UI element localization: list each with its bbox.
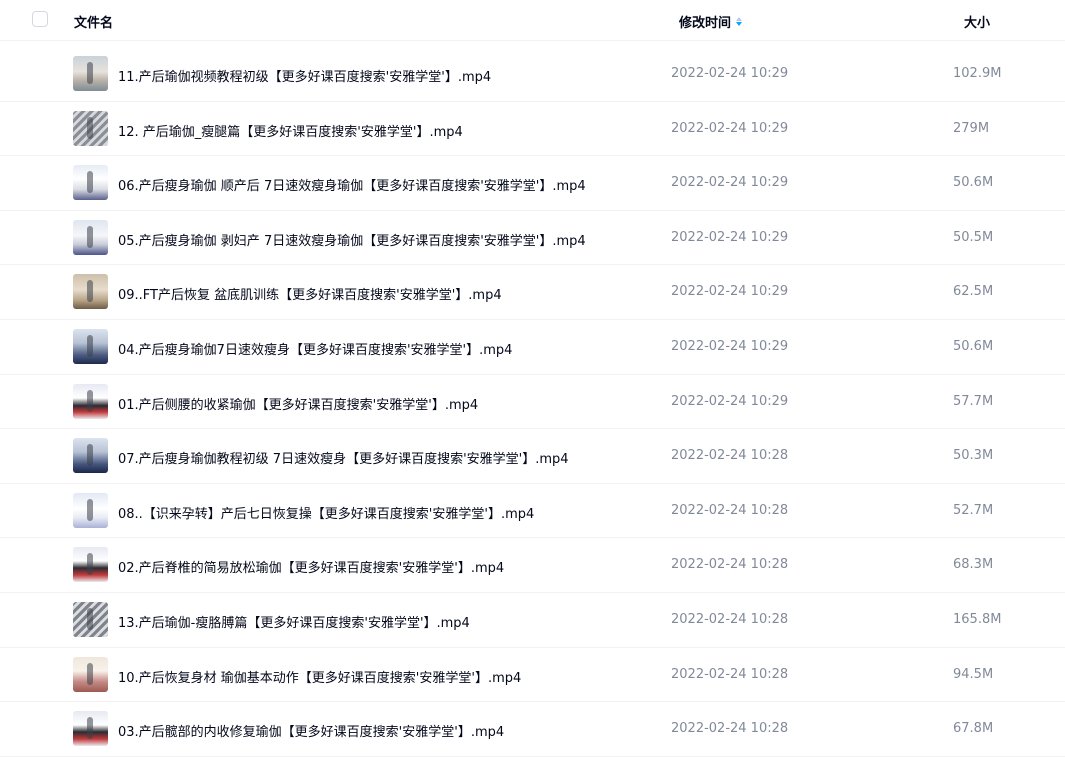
video-thumbnail[interactable] (73, 56, 108, 91)
file-name[interactable]: 03.产后髋部的内收修复瑜伽【更多好课百度搜索'安雅学堂'】.mp4 (118, 721, 504, 740)
thumbnail-figure (87, 553, 93, 576)
file-row[interactable]: 03.产后髋部的内收修复瑜伽【更多好课百度搜索'安雅学堂'】.mp4 2022-0… (0, 702, 1065, 757)
video-thumbnail[interactable] (73, 165, 108, 201)
file-size: 68.3M (953, 557, 994, 573)
thumbnail-figure (87, 717, 93, 740)
file-row[interactable]: 09..FT产后恢复 盆底肌训练【更多好课百度搜索'安雅学堂'】.mp4 2022… (0, 265, 1065, 320)
video-thumbnail[interactable] (73, 601, 108, 637)
file-row[interactable]: 12. 产后瑜伽_瘦腿篇【更多好课百度搜索'安雅学堂'】.mp4 2022-02-… (0, 102, 1065, 157)
file-name[interactable]: 01.产后侧腰的收紧瑜伽【更多好课百度搜索'安雅学堂'】.mp4 (118, 394, 478, 413)
column-header-modified-time-label: 修改时间 (679, 16, 732, 31)
file-name[interactable]: 05.产后瘦身瑜伽 剥妇产 7日速效瘦身瑜伽【更多好课百度搜索'安雅学堂'】.m… (118, 230, 586, 249)
file-modified-time: 2022-02-24 10:28 (671, 557, 789, 573)
thumbnail-figure (87, 389, 93, 412)
column-header-modified-time[interactable]: 修改时间 (679, 12, 743, 31)
thumbnail-figure (87, 662, 93, 685)
thumbnail-figure (87, 62, 93, 84)
file-name[interactable]: 06.产后瘦身瑜伽 顺产后 7日速效瘦身瑜伽【更多好课百度搜索'安雅学堂'】.m… (118, 175, 586, 194)
video-thumbnail[interactable] (73, 110, 108, 146)
file-row[interactable]: 02.产后脊椎的简易放松瑜伽【更多好课百度搜索'安雅学堂'】.mp4 2022-0… (0, 538, 1065, 593)
file-name[interactable]: 09..FT产后恢复 盆底肌训练【更多好课百度搜索'安雅学堂'】.mp4 (118, 284, 502, 303)
thumbnail-figure (87, 334, 93, 357)
video-thumbnail[interactable] (73, 219, 108, 255)
file-row[interactable]: 06.产后瘦身瑜伽 顺产后 7日速效瘦身瑜伽【更多好课百度搜索'安雅学堂'】.m… (0, 156, 1065, 211)
file-modified-time: 2022-02-24 10:28 (671, 611, 789, 627)
file-name[interactable]: 02.产后脊椎的简易放松瑜伽【更多好课百度搜索'安雅学堂'】.mp4 (118, 557, 504, 576)
file-row[interactable]: 11.产后瑜伽视频教程初级【更多好课百度搜索'安雅学堂'】.mp4 2022-02… (0, 47, 1065, 102)
file-size: 52.7M (953, 502, 994, 518)
file-size: 50.6M (953, 338, 994, 354)
video-thumbnail[interactable] (73, 438, 108, 474)
video-thumbnail[interactable] (73, 711, 108, 747)
file-modified-time: 2022-02-24 10:29 (671, 229, 789, 245)
column-header-name[interactable]: 文件名 (74, 12, 113, 31)
file-name[interactable]: 12. 产后瑜伽_瘦腿篇【更多好课百度搜索'安雅学堂'】.mp4 (118, 121, 463, 140)
file-size: 50.3M (953, 448, 994, 464)
file-name[interactable]: 10.产后恢复身材 瑜伽基本动作【更多好课百度搜索'安雅学堂'】.mp4 (118, 667, 521, 686)
file-name[interactable]: 13.产后瑜伽-瘦胳膊篇【更多好课百度搜索'安雅学堂'】.mp4 (118, 612, 470, 631)
file-modified-time: 2022-02-24 10:28 (671, 666, 789, 682)
file-row[interactable]: 04.产后瘦身瑜伽7日速效瘦身【更多好课百度搜索'安雅学堂'】.mp4 2022-… (0, 320, 1065, 375)
file-modified-time: 2022-02-24 10:28 (671, 448, 789, 464)
video-thumbnail[interactable] (73, 547, 108, 583)
file-row[interactable]: 07.产后瘦身瑜伽教程初级 7日速效瘦身【更多好课百度搜索'安雅学堂'】.mp4… (0, 429, 1065, 484)
file-size: 279M (953, 120, 990, 136)
file-modified-time: 2022-02-24 10:29 (671, 66, 789, 81)
thumbnail-figure (87, 498, 93, 521)
file-row[interactable]: 05.产后瘦身瑜伽 剥妇产 7日速效瘦身瑜伽【更多好课百度搜索'安雅学堂'】.m… (0, 211, 1065, 266)
file-row[interactable]: 08..【识来孕转】产后七日恢复操【更多好课百度搜索'安雅学堂'】.mp4 202… (0, 484, 1065, 539)
file-modified-time: 2022-02-24 10:28 (671, 721, 789, 737)
file-modified-time: 2022-02-24 10:29 (671, 338, 789, 354)
file-size: 94.5M (953, 666, 994, 682)
file-row[interactable]: 13.产后瑜伽-瘦胳膊篇【更多好课百度搜索'安雅学堂'】.mp4 2022-02-… (0, 593, 1065, 648)
file-name[interactable]: 07.产后瘦身瑜伽教程初级 7日速效瘦身【更多好课百度搜索'安雅学堂'】.mp4 (118, 448, 569, 467)
file-modified-time: 2022-02-24 10:28 (671, 502, 789, 518)
select-all-checkbox[interactable] (32, 11, 48, 27)
file-size: 165.8M (953, 611, 1002, 627)
video-thumbnail[interactable] (73, 656, 108, 692)
file-name[interactable]: 08..【识来孕转】产后七日恢复操【更多好课百度搜索'安雅学堂'】.mp4 (118, 503, 534, 522)
thumbnail-figure (87, 444, 93, 467)
file-size: 50.6M (953, 175, 994, 191)
file-row[interactable]: 10.产后恢复身材 瑜伽基本动作【更多好课百度搜索'安雅学堂'】.mp4 2022… (0, 648, 1065, 703)
file-size: 57.7M (953, 393, 994, 409)
file-size: 102.9M (953, 66, 1002, 81)
file-name[interactable]: 11.产后瑜伽视频教程初级【更多好课百度搜索'安雅学堂'】.mp4 (118, 66, 491, 85)
video-thumbnail[interactable] (73, 492, 108, 528)
video-thumbnail[interactable] (73, 274, 108, 310)
sort-desc-icon[interactable] (736, 17, 743, 26)
file-list: 11.产后瑜伽视频教程初级【更多好课百度搜索'安雅学堂'】.mp4 2022-02… (0, 47, 1065, 757)
thumbnail-figure (87, 171, 93, 194)
file-modified-time: 2022-02-24 10:29 (671, 284, 789, 300)
file-name[interactable]: 04.产后瘦身瑜伽7日速效瘦身【更多好课百度搜索'安雅学堂'】.mp4 (118, 339, 512, 358)
file-size: 50.5M (953, 229, 994, 245)
file-modified-time: 2022-02-24 10:29 (671, 175, 789, 191)
thumbnail-figure (87, 225, 93, 248)
thumbnail-figure (87, 116, 93, 139)
column-header-size[interactable]: 大小 (964, 12, 990, 31)
file-size: 62.5M (953, 284, 994, 300)
video-thumbnail[interactable] (73, 328, 108, 364)
thumbnail-figure (87, 607, 93, 630)
video-thumbnail[interactable] (73, 383, 108, 419)
file-modified-time: 2022-02-24 10:29 (671, 393, 789, 409)
file-list-header: 文件名 修改时间 大小 (0, 0, 1065, 41)
file-size: 67.8M (953, 721, 994, 737)
thumbnail-figure (87, 280, 93, 303)
file-row[interactable]: 01.产后侧腰的收紧瑜伽【更多好课百度搜索'安雅学堂'】.mp4 2022-02-… (0, 375, 1065, 430)
file-modified-time: 2022-02-24 10:29 (671, 120, 789, 136)
